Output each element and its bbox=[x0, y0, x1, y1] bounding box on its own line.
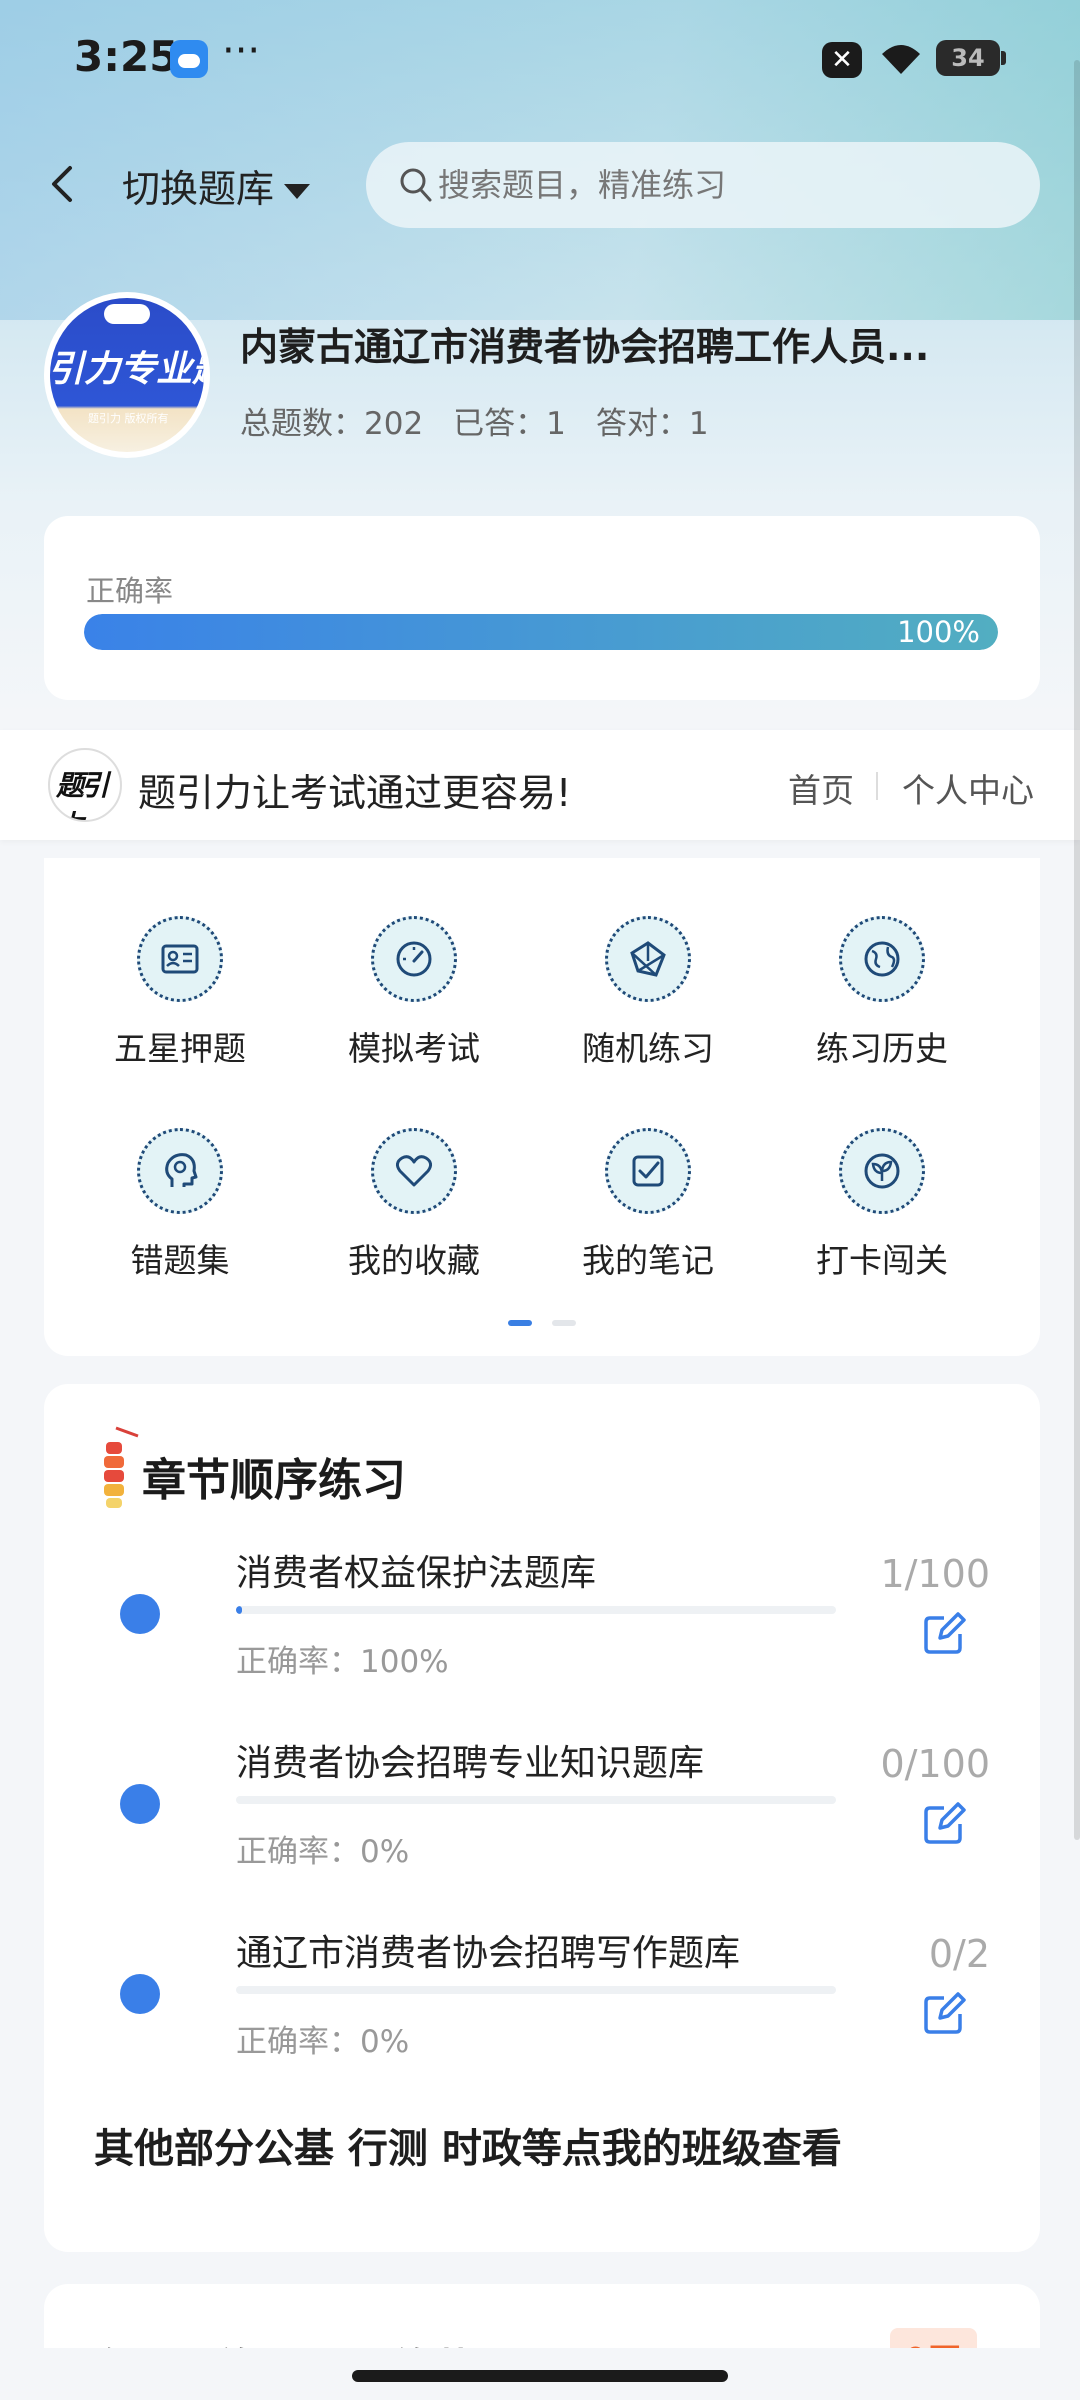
chapter-progress-bar bbox=[236, 1796, 836, 1804]
home-indicator[interactable] bbox=[352, 2370, 728, 2382]
search-bar[interactable] bbox=[366, 142, 1040, 228]
chapter-row[interactable]: 消费者协会招聘专业知识题库 正确率：0% 0/100 bbox=[44, 1714, 1040, 1884]
home-link[interactable]: 首页 bbox=[788, 764, 854, 812]
bank-avatar: 引力专业题 题引力 版权所有 bbox=[44, 292, 210, 458]
promo-bar: 题引力 题引力让考试通过更容易! 首页 个人中心 bbox=[0, 730, 1080, 840]
more-notifications-icon: ··· bbox=[222, 28, 261, 74]
search-icon bbox=[400, 168, 432, 202]
divider bbox=[876, 772, 878, 800]
func-random-practice[interactable]: 随机练习 bbox=[548, 876, 748, 1068]
chapter-row[interactable]: 消费者权益保护法题库 正确率：100% 1/100 bbox=[44, 1524, 1040, 1694]
speedometer-icon bbox=[371, 916, 457, 1002]
chapter-accuracy: 正确率：100% bbox=[236, 1644, 449, 1680]
switch-bank-label: 切换题库 bbox=[122, 167, 275, 211]
note-check-icon bbox=[605, 1128, 691, 1214]
func-label: 五星押题 bbox=[114, 1029, 246, 1068]
scrollbar[interactable] bbox=[1074, 60, 1080, 1840]
notification-x-icon: ✕ bbox=[822, 42, 862, 78]
chapter-bullet bbox=[120, 1594, 160, 1634]
caret-down-icon bbox=[284, 184, 311, 199]
chapter-progress-fill bbox=[236, 1606, 242, 1614]
edit-icon[interactable] bbox=[922, 1990, 968, 2036]
search-input[interactable] bbox=[438, 142, 1018, 228]
func-wrong-set[interactable]: 错题集 bbox=[80, 1088, 280, 1280]
chapter-name: 通辽市消费者协会招聘写作题库 bbox=[236, 1933, 741, 1974]
globe-icon bbox=[839, 916, 925, 1002]
func-label: 错题集 bbox=[130, 1241, 230, 1280]
func-label: 随机练习 bbox=[582, 1029, 714, 1068]
weather-icon bbox=[170, 40, 208, 78]
accuracy-label: 正确率 bbox=[86, 574, 174, 608]
firecracker-icon bbox=[104, 1426, 139, 1508]
func-checkin[interactable]: 打卡闯关 bbox=[782, 1088, 982, 1280]
chapter-bullet bbox=[120, 1784, 160, 1824]
chapter-count: 1/100 bbox=[880, 1552, 990, 1596]
battery-icon: 34 bbox=[936, 40, 1006, 76]
func-five-star[interactable]: 五星押题 bbox=[80, 876, 280, 1068]
func-label: 模拟考试 bbox=[348, 1029, 480, 1068]
accuracy-progress-bar: 100% bbox=[84, 614, 998, 650]
chapter-accuracy: 正确率：0% bbox=[236, 1834, 410, 1870]
accuracy-value: 100% bbox=[897, 615, 980, 649]
func-history[interactable]: 练习历史 bbox=[782, 876, 982, 1068]
back-arrow-icon[interactable] bbox=[40, 150, 90, 218]
head-icon bbox=[137, 1128, 223, 1214]
chapter-accuracy: 正确率：0% bbox=[236, 2024, 410, 2060]
chapter-count: 0/100 bbox=[880, 1742, 990, 1786]
more-class-link[interactable]: 其他部分公基 行测 时政等点我的班级查看 bbox=[94, 2116, 914, 2174]
func-notes[interactable]: 我的笔记 bbox=[548, 1088, 748, 1280]
chapter-count: 0/2 bbox=[928, 1932, 990, 1976]
battery-level: 34 bbox=[951, 44, 985, 72]
edit-icon[interactable] bbox=[922, 1800, 968, 1846]
pager-dot[interactable] bbox=[552, 1320, 576, 1326]
function-grid: 五星押题 模拟考试 随机练习 练习历史 错题集 我的收藏 我的笔记 打卡闯关 bbox=[44, 858, 1040, 1356]
bank-stats: 总题数：202 已答：1 答对：1 bbox=[240, 398, 739, 443]
accuracy-card: 正确率 100% bbox=[44, 516, 1040, 700]
chapter-bullet bbox=[120, 1974, 160, 2014]
chapter-progress-bar bbox=[236, 1606, 836, 1614]
stat-correct: 答对：1 bbox=[595, 406, 709, 442]
func-mock-exam[interactable]: 模拟考试 bbox=[314, 876, 514, 1068]
status-bar: 3:25 ··· ✕ 34 bbox=[0, 0, 1080, 120]
stat-answered: 已答：1 bbox=[453, 406, 566, 442]
brand-logo: 题引力 bbox=[48, 748, 122, 822]
status-time: 3:25 bbox=[74, 32, 179, 81]
avatar-copyright: 题引力 版权所有 bbox=[88, 412, 169, 425]
chapter-progress-bar bbox=[236, 1986, 836, 1994]
func-label: 打卡闯关 bbox=[816, 1241, 948, 1280]
heart-icon bbox=[371, 1128, 457, 1214]
bank-title: 内蒙古通辽市消费者协会招聘工作人员... bbox=[240, 325, 930, 369]
promo-slogan: 题引力让考试通过更容易! bbox=[138, 771, 572, 815]
sprout-icon bbox=[839, 1128, 925, 1214]
id-card-icon bbox=[137, 916, 223, 1002]
switch-bank-button[interactable]: 切换题库 bbox=[122, 158, 311, 213]
stat-total: 总题数：202 bbox=[240, 406, 424, 442]
accuracy-progress-fill: 100% bbox=[84, 614, 998, 650]
avatar-text: 引力专业题 bbox=[50, 349, 204, 390]
avatar-badge bbox=[104, 304, 150, 324]
network-icon bbox=[605, 916, 691, 1002]
chapter-practice-card: 章节顺序练习 消费者权益保护法题库 正确率：100% 1/100 消费者协会招聘… bbox=[44, 1384, 1040, 2252]
personal-center-link[interactable]: 个人中心 bbox=[902, 764, 1034, 812]
chapter-name: 消费者协会招聘专业知识题库 bbox=[236, 1743, 705, 1784]
wifi-icon bbox=[882, 45, 920, 74]
func-favorites[interactable]: 我的收藏 bbox=[314, 1088, 514, 1280]
func-label: 我的笔记 bbox=[582, 1241, 714, 1280]
func-label: 我的收藏 bbox=[348, 1241, 480, 1280]
chapter-name: 消费者权益保护法题库 bbox=[236, 1553, 597, 1594]
chapter-title: 章节顺序练习 bbox=[142, 1455, 406, 1506]
pager-dot-active[interactable] bbox=[508, 1320, 532, 1326]
edit-icon[interactable] bbox=[922, 1610, 968, 1656]
chapter-row[interactable]: 通辽市消费者协会招聘写作题库 正确率：0% 0/2 bbox=[44, 1904, 1040, 2074]
func-label: 练习历史 bbox=[816, 1029, 948, 1068]
